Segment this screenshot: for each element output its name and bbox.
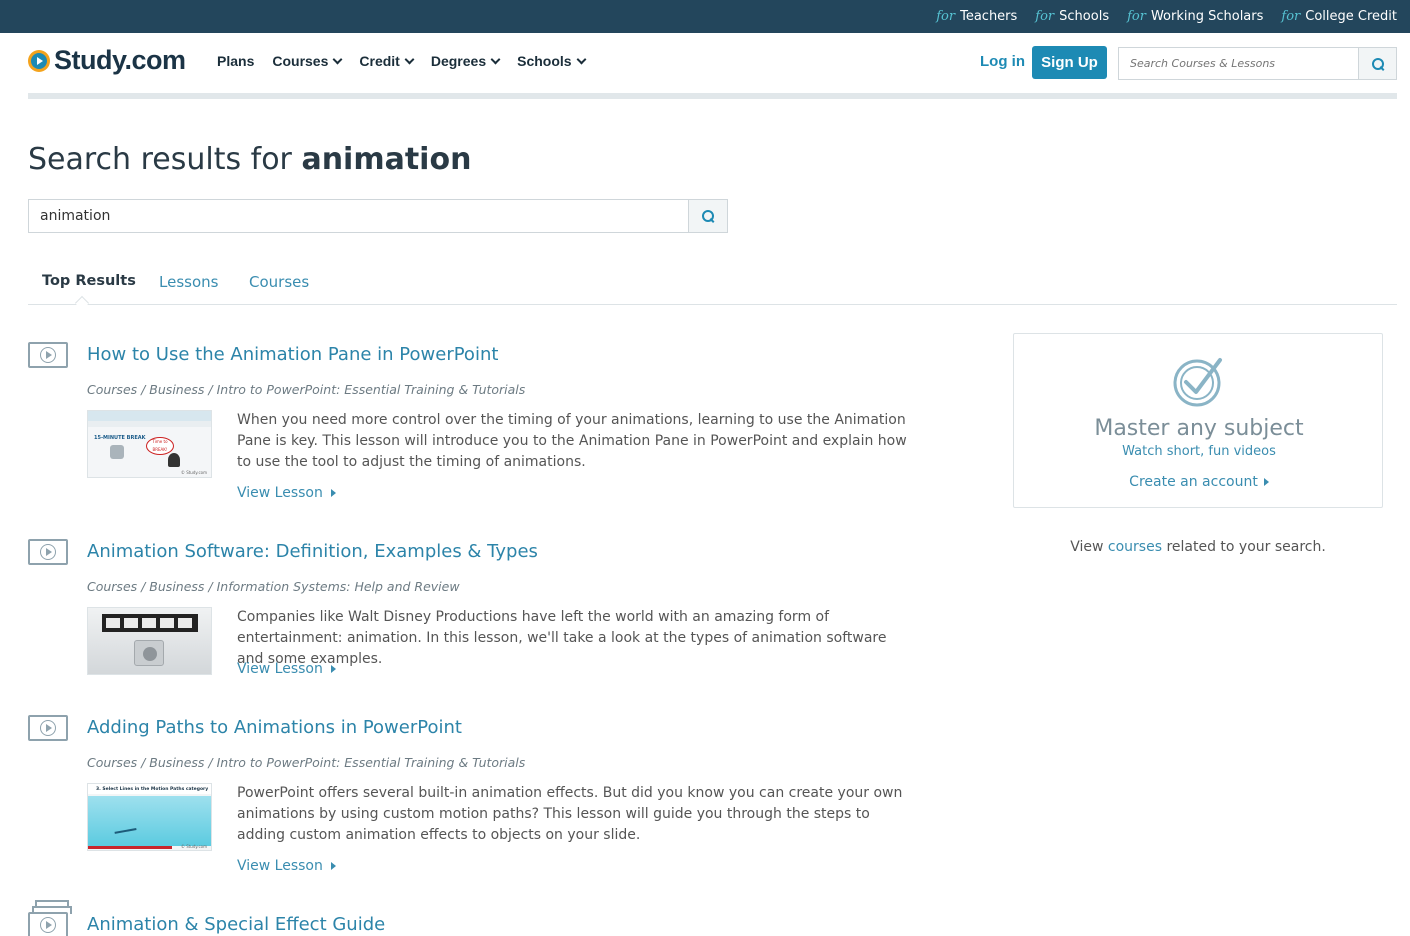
result-breadcrumb: Courses / Business / Intro to PowerPoint… [87, 382, 526, 397]
search-query: animation [301, 142, 472, 177]
login-link[interactable]: Log in [980, 53, 1025, 70]
result-description: When you need more control over the timi… [237, 412, 907, 470]
nav-plans[interactable]: Plans [217, 53, 254, 69]
for-working-scholars-link[interactable]: for Working Scholars [1127, 9, 1263, 24]
caret-right-icon [330, 489, 336, 497]
tab-courses[interactable]: Courses [249, 273, 309, 291]
tab-lessons[interactable]: Lessons [159, 273, 218, 291]
chevron-down-icon [332, 54, 343, 64]
header-search-input[interactable] [1119, 48, 1358, 79]
chevron-down-icon [576, 54, 587, 64]
result-description: Companies like Walt Disney Productions h… [237, 609, 887, 667]
search-icon [1371, 57, 1384, 70]
nav-schools[interactable]: Schools [517, 53, 587, 69]
related-courses-link[interactable]: courses [1108, 539, 1162, 555]
results-tabs: Top Results Lessons Courses [28, 268, 1397, 311]
result-description: PowerPoint offers several built-in anima… [237, 785, 903, 843]
for-teachers-link[interactable]: for Teachers [936, 9, 1017, 24]
related-courses-text: View courses related to your search. [1070, 539, 1326, 555]
result-title[interactable]: Adding Paths to Animations in PowerPoint [87, 717, 462, 738]
main-nav: Plans Courses Credit Degrees Schools [217, 53, 587, 69]
caret-right-icon [330, 862, 336, 870]
logo-text: Study.com [54, 45, 186, 75]
promo-card: Master any subject Watch short, fun vide… [1013, 333, 1383, 508]
chevron-down-icon [490, 54, 501, 64]
search-icon [702, 210, 714, 222]
promo-subtitle: Watch short, fun videos [1122, 444, 1276, 459]
lesson-video-icon [28, 715, 68, 741]
chevron-down-icon [404, 54, 415, 64]
results-search-input[interactable] [29, 200, 688, 232]
active-tab-indicator [74, 295, 90, 311]
header-search [1118, 47, 1397, 80]
caret-right-icon [1263, 478, 1269, 486]
nav-courses[interactable]: Courses [272, 53, 343, 69]
for-schools-link[interactable]: for Schools [1035, 9, 1109, 24]
view-lesson-link[interactable]: View Lesson [237, 661, 336, 677]
checkmark-badge-icon [1172, 354, 1226, 412]
result-thumbnail[interactable] [87, 607, 212, 675]
utility-bar: for Teachers for Schools for Working Schola… [0, 0, 1410, 33]
result-thumbnail[interactable]: 15-MINUTE BREAK Time to BREAK! © Study.c… [87, 410, 212, 478]
promo-title: Master any subject [1094, 416, 1304, 441]
page-title: Search results for animation [28, 142, 472, 177]
nav-degrees[interactable]: Degrees [431, 53, 501, 69]
result-breadcrumb: Courses / Business / Information Systems… [87, 579, 460, 594]
result-title[interactable]: Animation & Special Effect Guide [87, 914, 385, 935]
lesson-video-icon [28, 539, 68, 565]
view-lesson-link[interactable]: View Lesson [237, 485, 336, 501]
header-search-button[interactable] [1358, 48, 1396, 79]
result-title[interactable]: How to Use the Animation Pane in PowerPo… [87, 344, 498, 365]
lesson-video-icon [28, 342, 68, 368]
signup-button[interactable]: Sign Up [1032, 46, 1107, 79]
results-search [28, 199, 728, 233]
play-logo-icon [28, 49, 50, 72]
result-breadcrumb: Courses / Business / Intro to PowerPoint… [87, 755, 526, 770]
for-college-credit-link[interactable]: for College Credit [1281, 9, 1397, 24]
result-thumbnail[interactable]: 3. Select Lines in the Motion Paths cate… [87, 783, 212, 851]
audience-links: for Teachers for Schools for Working Schola… [936, 0, 1397, 33]
result-title[interactable]: Animation Software: Definition, Examples… [87, 541, 538, 562]
create-account-link[interactable]: Create an account [1014, 474, 1384, 490]
course-stack-icon [28, 900, 72, 936]
site-logo[interactable]: Study.com [28, 45, 186, 76]
results-search-button[interactable] [688, 200, 727, 232]
header-divider [28, 93, 1397, 99]
caret-right-icon [330, 665, 336, 673]
tab-top-results[interactable]: Top Results [42, 273, 136, 289]
nav-credit[interactable]: Credit [359, 53, 415, 69]
view-lesson-link[interactable]: View Lesson [237, 858, 336, 874]
